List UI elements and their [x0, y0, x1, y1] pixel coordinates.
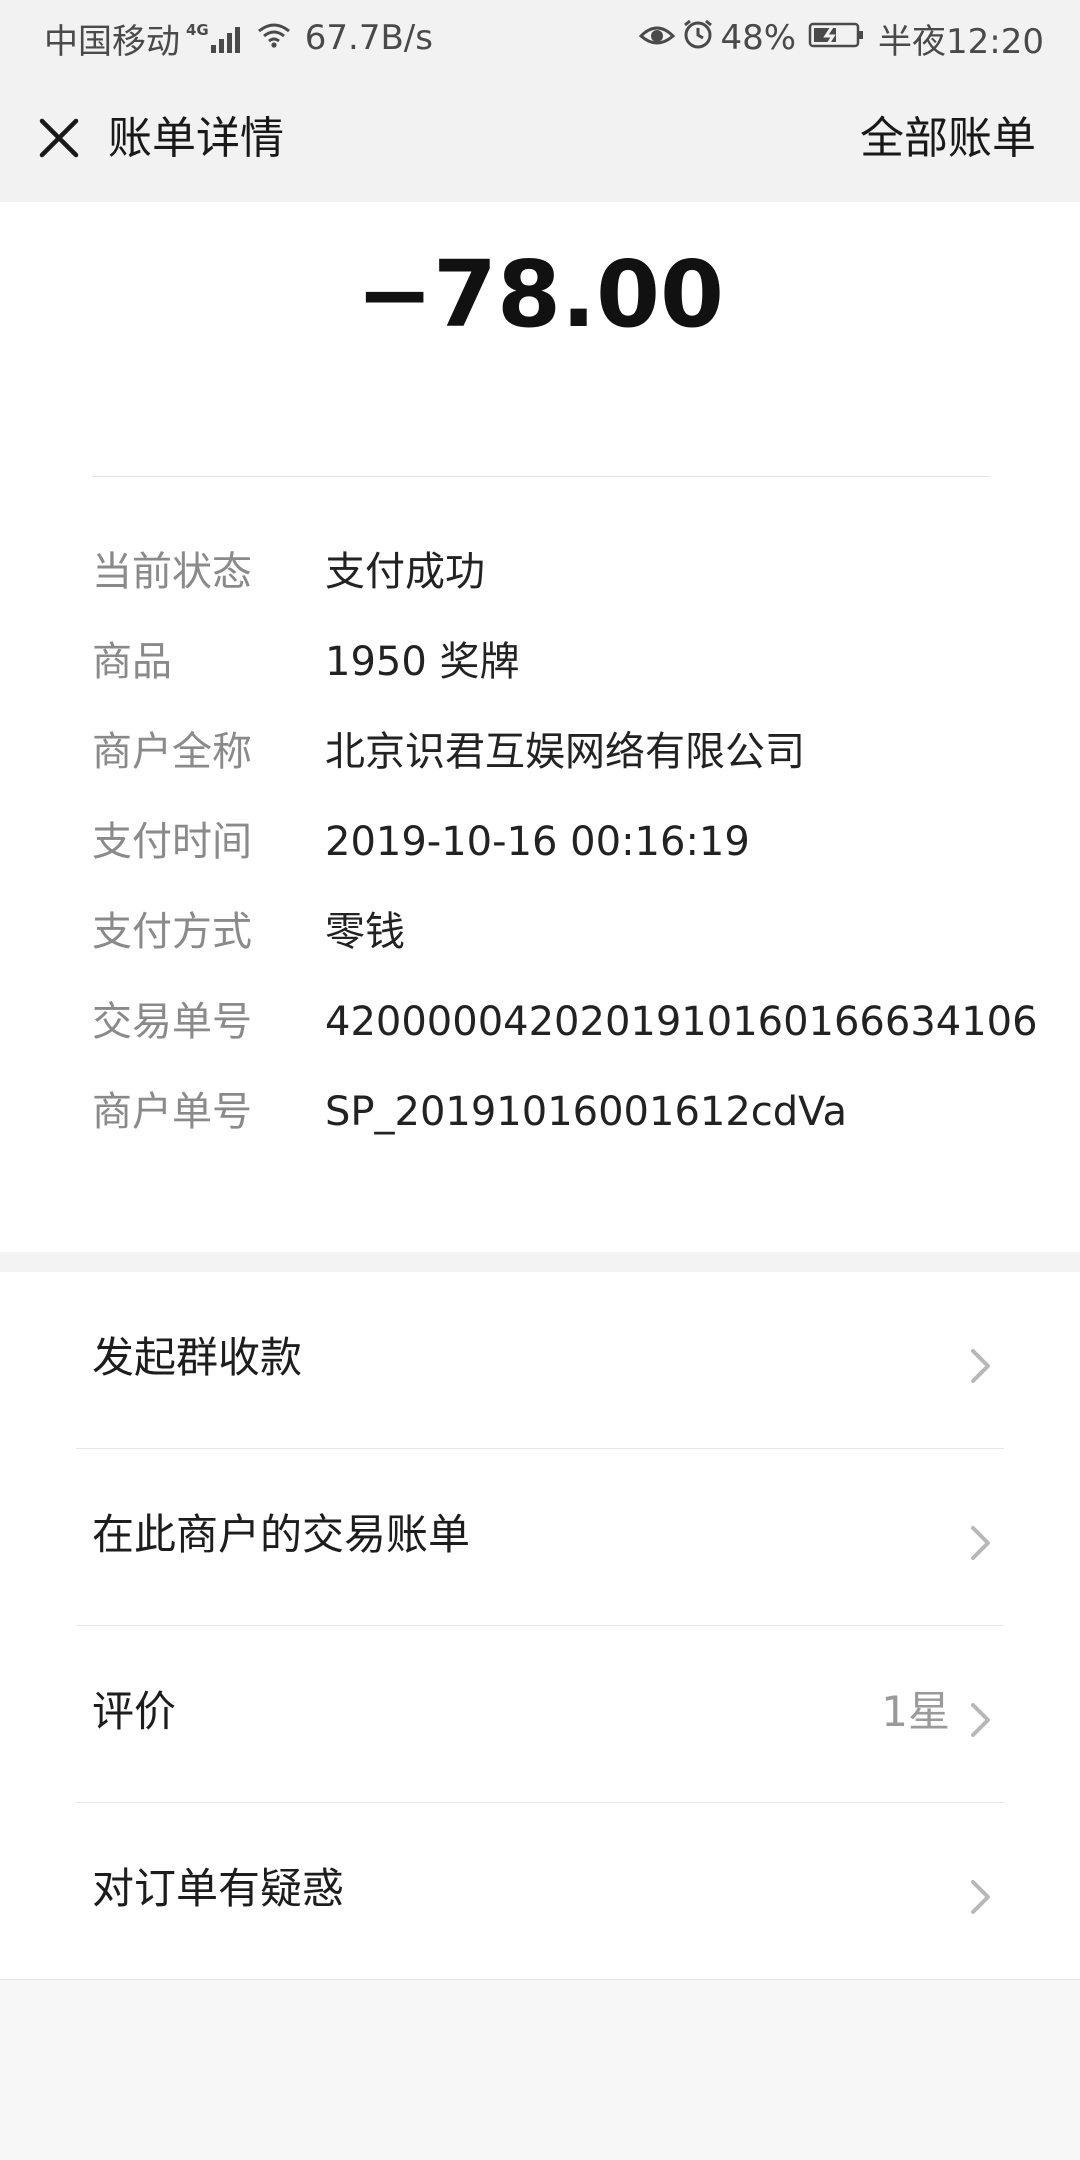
eye-icon [638, 18, 676, 58]
chevron-right-icon [971, 1703, 990, 1737]
carrier-name: 中国移动 [44, 21, 180, 62]
action-list: 发起群收款 在此商户的交易账单 评价 1星 对订单有疑惑 [0, 1272, 1080, 1980]
section-gap [0, 1252, 1080, 1272]
action-rating[interactable]: 评价 1星 [0, 1626, 1080, 1803]
all-bills-link[interactable]: 全部账单 [860, 110, 1036, 168]
action-order-question[interactable]: 对订单有疑惑 [0, 1803, 1080, 1980]
transaction-amount: −78.00 [355, 241, 725, 348]
info-value: 1950 奖牌 [325, 639, 520, 685]
nav-bar: 账单详情 全部账单 [0, 76, 1080, 202]
network-type: 4G [186, 21, 209, 39]
status-bar: 中国移动 4G 67.7B/s 48% 半夜12:20 [0, 0, 1080, 76]
rating-value: 1星 [881, 1687, 950, 1736]
signal-icon: 4G [186, 23, 243, 53]
action-label: 评价 [92, 1687, 177, 1736]
action-label: 发起群收款 [92, 1333, 303, 1382]
battery-charging-icon [808, 18, 866, 58]
status-right: 48% 半夜12:20 [638, 14, 1044, 62]
info-value: 支付成功 [325, 549, 485, 595]
network-speed: 67.7B/s [304, 18, 433, 58]
divider [92, 476, 990, 477]
info-label: 商户单号 [92, 1089, 252, 1135]
chevron-right-icon [971, 1880, 990, 1914]
info-label: 交易单号 [92, 999, 252, 1045]
info-label: 支付时间 [92, 819, 252, 865]
info-value: 北京识君互娱网络有限公司 [325, 729, 805, 775]
chevron-right-icon [971, 1526, 990, 1560]
clock-time: 半夜12:20 [878, 21, 1044, 62]
alarm-icon [682, 18, 714, 59]
info-label: 商品 [92, 639, 172, 685]
bill-detail-card: −78.00 当前状态 支付成功 商品 1950 奖牌 商户全称 北京识君互娱网… [0, 202, 1080, 1252]
info-label: 支付方式 [92, 909, 252, 955]
action-label: 对订单有疑惑 [92, 1864, 345, 1913]
action-group-collect[interactable]: 发起群收款 [0, 1272, 1080, 1449]
battery-percent: 48% [720, 18, 797, 58]
wifi-icon [257, 18, 291, 58]
info-label: 当前状态 [92, 549, 252, 595]
info-label: 商户全称 [92, 729, 252, 775]
chevron-right-icon [971, 1349, 990, 1383]
info-value: 零钱 [325, 909, 405, 955]
info-value: SP_20191016001612cdVa [325, 1089, 847, 1135]
info-value: 2019-10-16 00:16:19 [325, 819, 750, 865]
close-button[interactable] [30, 109, 90, 169]
action-merchant-bills[interactable]: 在此商户的交易账单 [0, 1449, 1080, 1626]
status-left: 中国移动 4G 67.7B/s [44, 14, 433, 62]
info-value: 4200000420201910160166634106 [325, 999, 1038, 1045]
page-title: 账单详情 [108, 113, 284, 164]
close-icon [39, 118, 79, 158]
action-label: 在此商户的交易账单 [92, 1510, 471, 1559]
